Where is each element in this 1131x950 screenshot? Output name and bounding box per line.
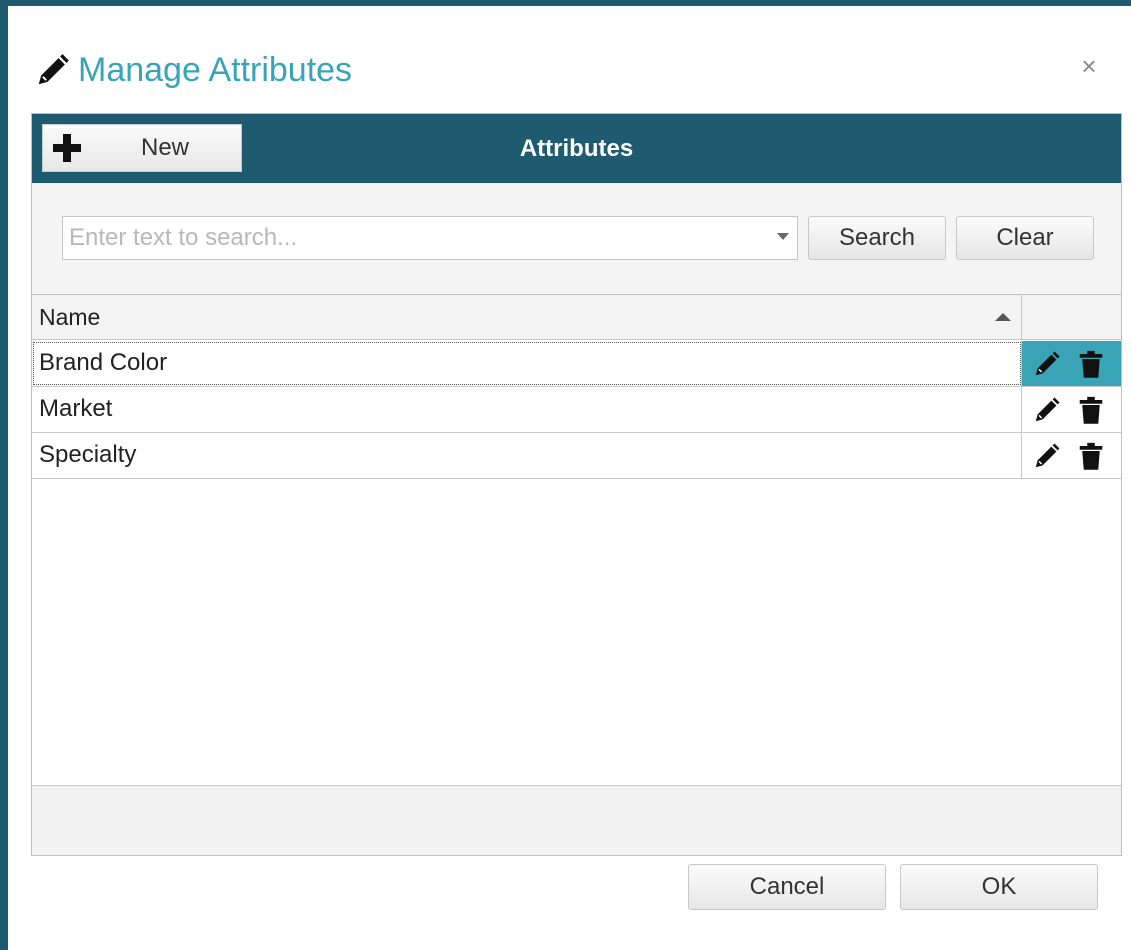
search-toolbar: Search Clear: [62, 216, 1102, 260]
manage-attributes-dialog: Manage Attributes × New Attributes Enter…: [0, 0, 1131, 950]
panel-header: New Attributes: [32, 114, 1121, 183]
new-button-label: New: [141, 134, 190, 161]
table-row[interactable]: Specialty: [32, 433, 1121, 479]
table-row[interactable]: Market: [32, 387, 1121, 433]
table-row[interactable]: Brand Color: [32, 341, 1121, 387]
column-header-actions: [1022, 295, 1121, 340]
grid-footer-bar: [32, 786, 1121, 855]
delete-trash-icon[interactable]: [1076, 395, 1106, 425]
new-attribute-button[interactable]: New: [42, 124, 242, 172]
delete-trash-icon[interactable]: [1076, 441, 1106, 471]
row-actions: [1022, 433, 1121, 478]
dropdown-arrow-icon[interactable]: [777, 233, 789, 240]
clear-button[interactable]: Clear: [956, 216, 1094, 260]
cancel-button[interactable]: Cancel: [688, 864, 886, 910]
column-header-label: Name: [39, 304, 101, 330]
row-actions: [1022, 341, 1121, 386]
search-input[interactable]: [63, 217, 763, 259]
column-header-name[interactable]: Name: [32, 295, 1022, 340]
row-name-cell[interactable]: Specialty: [32, 433, 1022, 478]
delete-trash-icon[interactable]: [1076, 349, 1106, 379]
close-icon: ×: [1081, 51, 1097, 81]
ok-button[interactable]: OK: [900, 864, 1098, 910]
attributes-grid: Name Brand Color Market Specialty: [32, 294, 1121, 786]
close-button[interactable]: ×: [1075, 52, 1103, 80]
attributes-panel: New Attributes Search Clear Name Brand C…: [31, 113, 1122, 856]
dialog-title-row: Manage Attributes: [34, 48, 352, 92]
row-name-cell[interactable]: Market: [32, 387, 1022, 432]
search-button[interactable]: Search: [808, 216, 946, 260]
search-combobox[interactable]: [62, 216, 798, 260]
plus-icon: [49, 130, 85, 166]
sort-ascending-icon: [995, 313, 1011, 321]
edit-pencil-icon[interactable]: [1032, 395, 1062, 425]
row-name-cell[interactable]: Brand Color: [32, 341, 1022, 386]
grid-header: Name: [32, 295, 1121, 340]
pencil-icon: [34, 51, 72, 89]
edit-pencil-icon[interactable]: [1032, 441, 1062, 471]
dialog-title: Manage Attributes: [78, 50, 353, 89]
edit-pencil-icon[interactable]: [1032, 349, 1062, 379]
row-actions: [1022, 387, 1121, 432]
